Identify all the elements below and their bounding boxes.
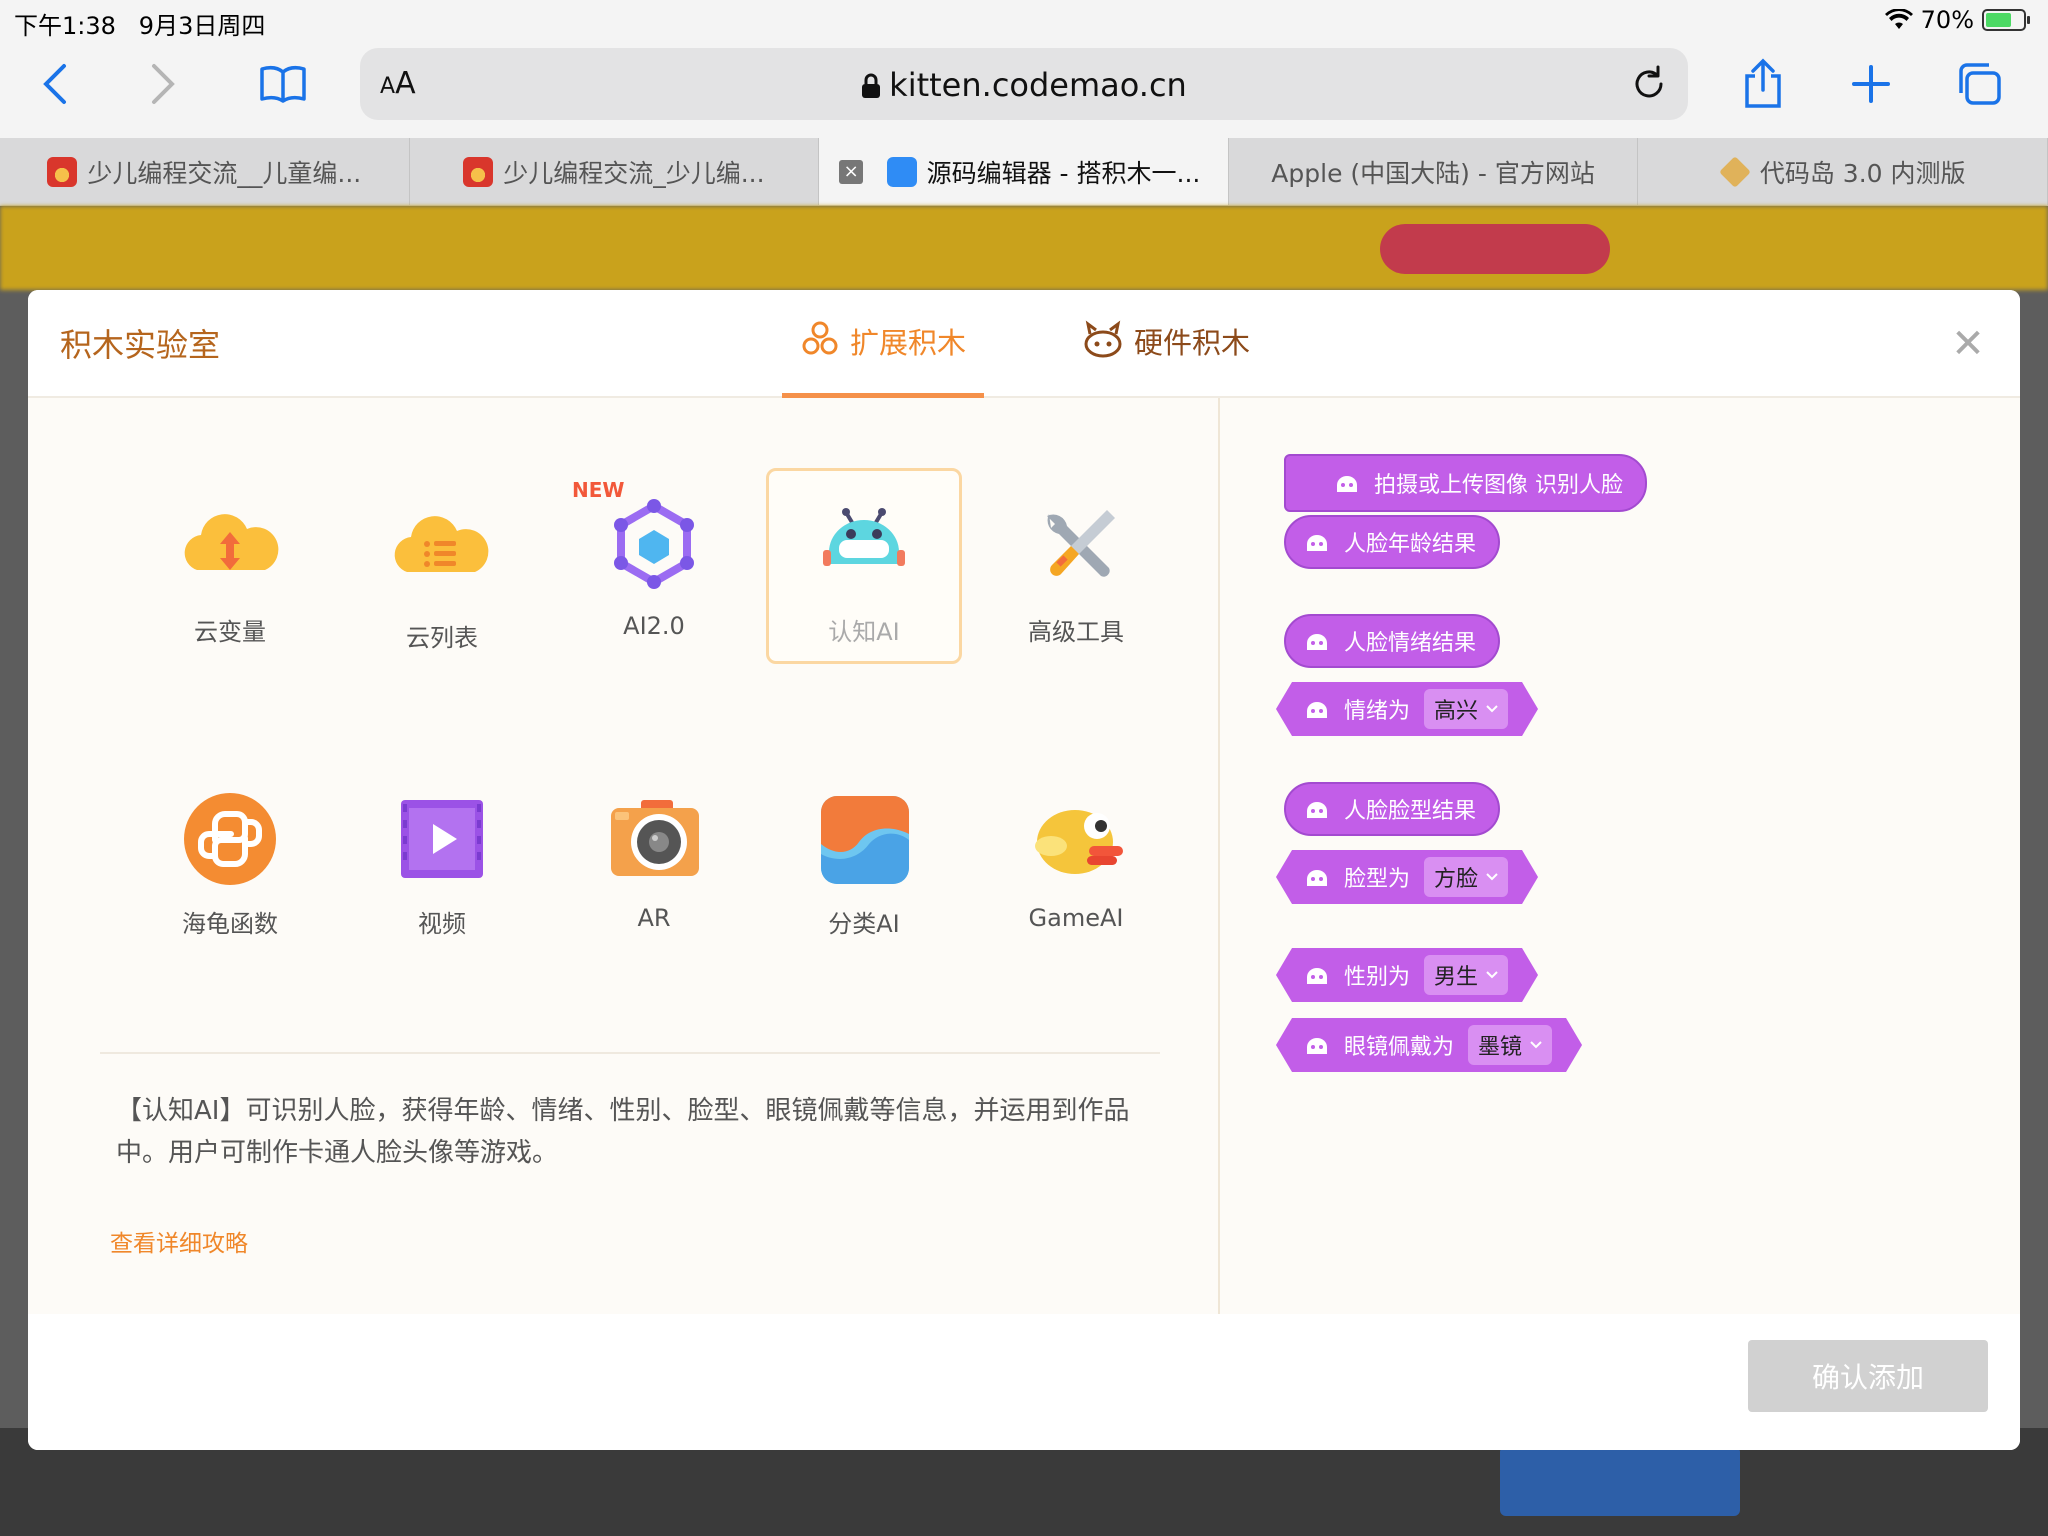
- robot-cat-icon: [1084, 320, 1122, 358]
- ext-ar[interactable]: AR: [556, 760, 752, 956]
- cloud-variable-icon: [184, 514, 279, 570]
- block-glasses-is[interactable]: 眼镜佩戴为 墨镜: [1276, 1018, 1582, 1072]
- codemao-favicon-icon: [463, 156, 494, 187]
- chevron-down-icon: [1486, 705, 1498, 713]
- extension-description: 【认知AI】可识别人脸，获得年龄、情绪、性别、脸型、眼镜佩戴等信息，并运用到作品…: [116, 1096, 1130, 1168]
- ai2-hexagon-icon: [614, 499, 694, 589]
- robot-icon: [1307, 634, 1327, 650]
- cloud-list-icon: [394, 516, 489, 572]
- forward-button[interactable]: [128, 54, 198, 114]
- ext-cognitive-ai[interactable]: 认知AI: [766, 468, 962, 664]
- ext-cloud-list[interactable]: 云列表: [344, 468, 540, 664]
- face-shape-dropdown[interactable]: 方脸: [1424, 857, 1508, 897]
- tabs-overview-button[interactable]: [1944, 54, 2014, 114]
- status-time: 下午1:38 9月3日周四: [14, 12, 266, 40]
- robot-icon: [1337, 476, 1357, 492]
- battery-icon: [1982, 9, 2030, 31]
- python-icon: [184, 793, 276, 885]
- ext-cloud-variable[interactable]: 云变量: [132, 468, 328, 664]
- codemao-favicon-icon: [47, 156, 78, 187]
- back-button[interactable]: [20, 54, 90, 114]
- block-face-age[interactable]: 人脸年龄结果: [1284, 515, 1501, 569]
- block-preview-pane: 拍摄或上传图像 识别人脸 人脸年龄结果 人脸情绪结果 情绪为 高兴 人脸脸型结果: [1222, 398, 2020, 1314]
- emotion-dropdown[interactable]: 高兴: [1424, 689, 1508, 729]
- block-face-shape-is[interactable]: 脸型为 方脸: [1276, 850, 1538, 904]
- reload-icon[interactable]: [1628, 62, 1670, 104]
- robot-icon: [1304, 1034, 1330, 1056]
- gender-dropdown[interactable]: 男生: [1424, 955, 1508, 995]
- modal-header: 积木实验室 扩展积木 硬件积木 ✕: [28, 290, 2020, 398]
- plus-icon: [1852, 65, 1890, 103]
- robot-icon: [1304, 964, 1330, 986]
- browser-tab-4[interactable]: Apple (中国大陆) - 官方网站: [1229, 138, 1639, 205]
- ext-game-ai[interactable]: GameAI: [978, 760, 1174, 956]
- modal-footer: 确认添加: [28, 1314, 2020, 1450]
- chevron-left-icon: [43, 64, 66, 104]
- ext-advanced-tools[interactable]: 高级工具: [978, 468, 1174, 664]
- wave-icon: [821, 796, 909, 884]
- confirm-add-button[interactable]: 确认添加: [1748, 1340, 1988, 1412]
- address-bar[interactable]: AA kitten.codemao.cn: [360, 48, 1688, 120]
- hexagons-icon: [802, 321, 838, 355]
- new-tab-button[interactable]: [1836, 54, 1906, 114]
- ext-video[interactable]: 视频: [344, 760, 540, 956]
- browser-tab-1[interactable]: 少儿编程交流__儿童编...: [0, 138, 410, 205]
- cube-favicon-icon: [1718, 155, 1751, 188]
- chevron-down-icon: [1486, 873, 1498, 881]
- bookmarks-button[interactable]: [248, 54, 318, 114]
- modal-title: 积木实验室: [60, 326, 221, 364]
- url-text[interactable]: kitten.codemao.cn: [360, 66, 1688, 104]
- tab-strip: 少儿编程交流__儿童编... 少儿编程交流_少儿编... × 源码编辑器 - 搭…: [0, 138, 2048, 206]
- browser-tab-3[interactable]: × 源码编辑器 - 搭积木一...: [819, 138, 1229, 205]
- share-button[interactable]: [1728, 54, 1798, 114]
- blurred-button: [1500, 1446, 1740, 1516]
- camera-icon: [611, 800, 699, 876]
- block-face-emotion[interactable]: 人脸情绪结果: [1284, 614, 1501, 668]
- chevron-down-icon: [1530, 1041, 1542, 1049]
- modal-close-button[interactable]: ✕: [1948, 324, 1988, 364]
- book-icon: [260, 66, 306, 103]
- close-tab-icon[interactable]: ×: [839, 160, 864, 184]
- ext-turtle-functions[interactable]: 海龟函数: [132, 760, 328, 956]
- block-emotion-is[interactable]: 情绪为 高兴: [1276, 682, 1538, 736]
- tab-extension-blocks[interactable]: 扩展积木: [782, 312, 984, 398]
- editor-header-blurred: [0, 206, 2048, 290]
- robot-icon: [1307, 535, 1327, 551]
- browser-tab-2[interactable]: 少儿编程交流_少儿编...: [410, 138, 820, 205]
- block-face-shape[interactable]: 人脸脸型结果: [1284, 782, 1501, 836]
- video-play-icon: [401, 800, 483, 878]
- glasses-dropdown[interactable]: 墨镜: [1468, 1025, 1552, 1065]
- robot-face-icon: [823, 508, 905, 566]
- block-gender-is[interactable]: 性别为 男生: [1276, 948, 1538, 1002]
- kitten-favicon-icon: [886, 156, 917, 187]
- status-bar: 下午1:38 9月3日周四 70%: [0, 0, 2048, 40]
- chevron-right-icon: [152, 64, 175, 104]
- modal-body: 云变量 云列表 NEW AI2.0 认知AI 高级工具 海龟函数 视频 AR 分…: [28, 398, 2020, 1314]
- ext-classify-ai[interactable]: 分类AI: [766, 760, 962, 956]
- robot-icon: [1307, 802, 1327, 818]
- extension-list-pane: 云变量 云列表 NEW AI2.0 认知AI 高级工具 海龟函数 视频 AR 分…: [28, 398, 1220, 1314]
- robot-icon: [1304, 698, 1330, 720]
- battery-percent: 70%: [1920, 6, 1974, 34]
- block-lab-modal: 积木实验室 扩展积木 硬件积木 ✕ 云变量 云列表 NEW AI2.0 认知AI…: [28, 290, 2020, 1450]
- block-capture-face[interactable]: 拍摄或上传图像 识别人脸: [1284, 454, 1647, 512]
- view-guide-link[interactable]: 查看详细攻略: [110, 1224, 248, 1258]
- ext-ai2[interactable]: AI2.0: [556, 468, 752, 664]
- wrench-screwdriver-icon: [1047, 510, 1115, 577]
- share-icon: [1745, 58, 1781, 108]
- pane-divider: [100, 1052, 1160, 1054]
- blurred-pill: [1380, 224, 1610, 274]
- lock-icon: [862, 73, 881, 98]
- chevron-down-icon: [1486, 971, 1498, 979]
- status-right: 70%: [1884, 6, 2030, 34]
- browser-tab-5[interactable]: 代码岛 3.0 内测版: [1638, 138, 2048, 205]
- wifi-icon: [1884, 9, 1913, 29]
- tabs-icon: [1959, 63, 2001, 105]
- robot-icon: [1304, 866, 1330, 888]
- browser-toolbar: AA kitten.codemao.cn: [0, 40, 2048, 138]
- flappy-bird-icon: [1035, 810, 1123, 874]
- tab-hardware-blocks[interactable]: 硬件积木: [1082, 312, 1250, 398]
